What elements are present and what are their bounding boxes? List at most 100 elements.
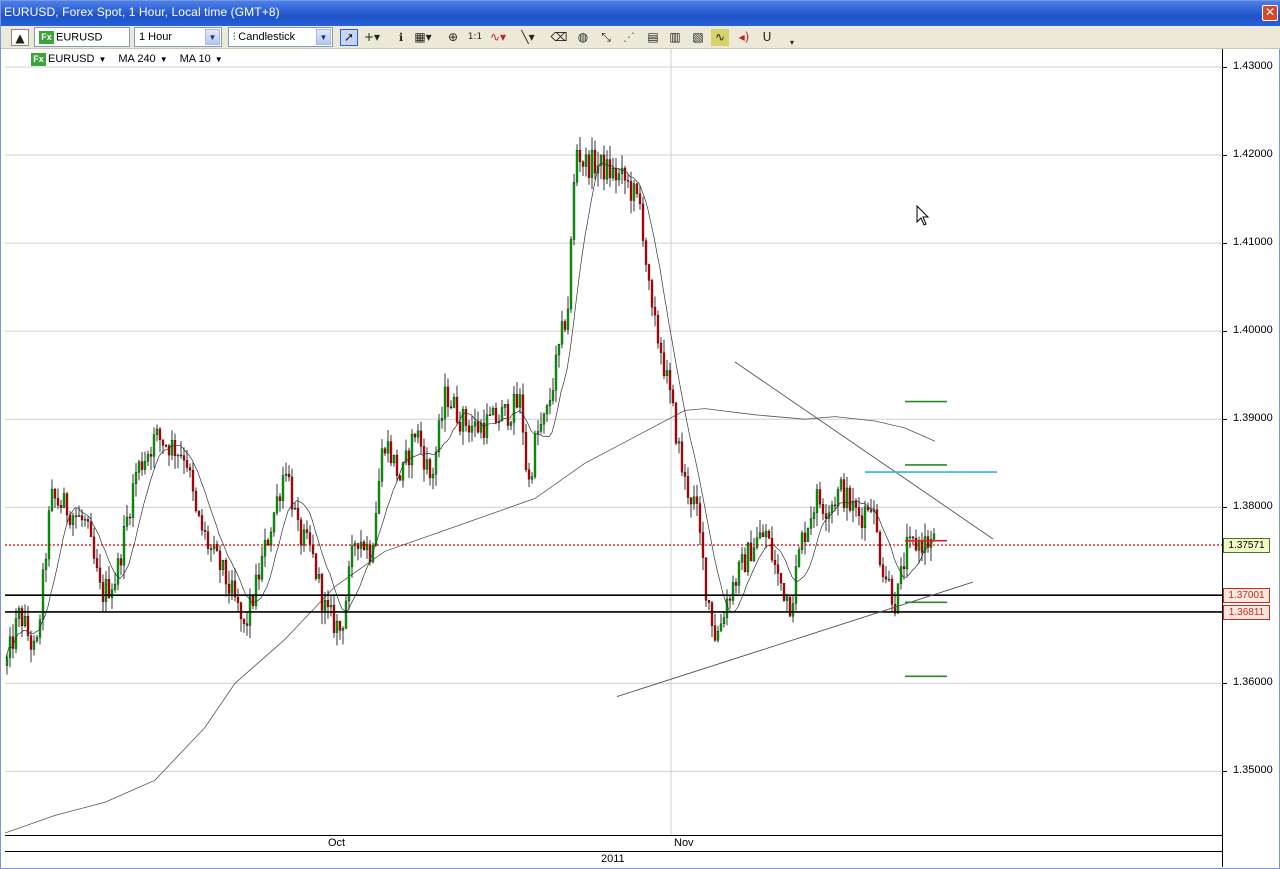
candle-body [488, 414, 492, 416]
price-tick-label: 1.43000 [1233, 60, 1273, 72]
candle [176, 453, 180, 469]
candle [572, 173, 576, 246]
candle [305, 520, 309, 540]
candle [122, 515, 126, 580]
candle-body [155, 428, 159, 435]
line-tool-icon[interactable]: ╲▾ [519, 29, 537, 46]
candle-body [674, 402, 678, 444]
candle-body [560, 321, 564, 345]
price-axis[interactable] [1222, 49, 1279, 867]
chart-image-1-icon[interactable]: ▤ [644, 29, 662, 46]
chevron-down-icon[interactable]: ▼ [205, 29, 220, 45]
zoom-icon[interactable]: ⊕ [444, 29, 462, 46]
candle [260, 546, 264, 582]
chart-image-3-icon[interactable]: ▧ [689, 29, 707, 46]
candle [89, 512, 93, 538]
info-icon[interactable]: ℹ [392, 29, 410, 46]
candle-body [824, 513, 828, 519]
candle [593, 140, 597, 180]
candle [200, 508, 204, 536]
candle-body [59, 505, 63, 508]
chart-type-select[interactable]: ⫶ Candlestick ▼ [228, 27, 333, 47]
cursor-arrow-icon[interactable]: ➚ [340, 29, 358, 46]
grid-icon[interactable]: ▦▾ [414, 29, 432, 46]
candle [245, 612, 249, 636]
chart-image-4-icon[interactable]: ∿ [711, 29, 729, 46]
candle [59, 499, 63, 514]
chart-image-2-icon[interactable]: ▥ [666, 29, 684, 46]
color-wheel-icon[interactable]: ◍ [574, 29, 592, 46]
candle [923, 523, 927, 566]
candle [473, 408, 477, 438]
candle-body [842, 479, 846, 508]
candle [671, 384, 675, 407]
candle [803, 521, 807, 555]
sound-icon[interactable]: ◂) [735, 29, 753, 46]
candle-body [203, 530, 207, 532]
candle [713, 613, 717, 642]
candle-body [614, 167, 618, 181]
candle [641, 196, 645, 247]
candle-body [818, 489, 822, 505]
candle [692, 485, 696, 510]
price-chart-canvas[interactable] [5, 49, 1222, 835]
candle-body [428, 459, 432, 479]
candle [584, 147, 588, 177]
candle-body [173, 440, 177, 457]
candle [431, 467, 435, 490]
time-axis[interactable]: Oct Nov 2011 [5, 835, 1222, 867]
candle-body [542, 413, 546, 425]
candle-body [809, 518, 813, 529]
candle [878, 529, 882, 568]
candle [626, 173, 630, 189]
candle-body [881, 564, 885, 577]
candle-body [476, 421, 480, 433]
candle [101, 574, 105, 612]
pattern-icon[interactable]: ⋰ [620, 29, 638, 46]
rays-icon[interactable]: ⤡ [597, 29, 615, 46]
candle [236, 588, 240, 612]
eraser-icon[interactable]: ⌫ [550, 29, 568, 46]
candle-body [899, 566, 903, 584]
candle [674, 401, 678, 446]
period-select[interactable]: 1 Hour ▼ [134, 27, 222, 47]
candle [827, 504, 831, 533]
candle [395, 449, 399, 482]
candle-body [563, 321, 567, 330]
candle-body [920, 540, 924, 553]
candle-body [65, 493, 69, 516]
candle-body [419, 430, 423, 447]
candle-body [704, 557, 708, 601]
magnet-icon[interactable]: U [758, 29, 776, 46]
candle-body [776, 564, 780, 574]
candle [281, 466, 285, 509]
candle [341, 626, 345, 645]
candle-body [485, 414, 489, 438]
indicator-icon[interactable]: ∿▾ [489, 29, 507, 46]
symbol-input[interactable]: Fx EURUSD [34, 27, 130, 47]
title-bar[interactable]: EURUSD, Forex Spot, 1 Hour, Local time (… [1, 1, 1280, 26]
candle [761, 524, 765, 538]
one-to-one-icon[interactable]: 1:1 [466, 29, 484, 46]
close-button[interactable]: ✕ [1262, 5, 1278, 21]
chevron-down-icon[interactable]: ▼ [316, 29, 331, 45]
candle [773, 549, 777, 575]
scroll-up-icon[interactable]: ▲ [11, 29, 29, 46]
candle [140, 452, 144, 476]
candle [107, 566, 111, 599]
candle [347, 560, 351, 610]
crosshair-icon[interactable]: +▾ [363, 29, 381, 46]
candle [722, 610, 726, 628]
candle [182, 447, 186, 475]
candle-body [47, 510, 51, 560]
candle-body [749, 542, 753, 562]
candle-body [572, 182, 576, 240]
candle [14, 608, 18, 654]
candle [218, 545, 222, 584]
candle-body [626, 180, 630, 182]
candle [422, 438, 426, 482]
candle-body [788, 596, 792, 617]
chart-type-value: Candlestick [238, 31, 296, 43]
candle [437, 413, 441, 458]
candle [95, 548, 99, 572]
